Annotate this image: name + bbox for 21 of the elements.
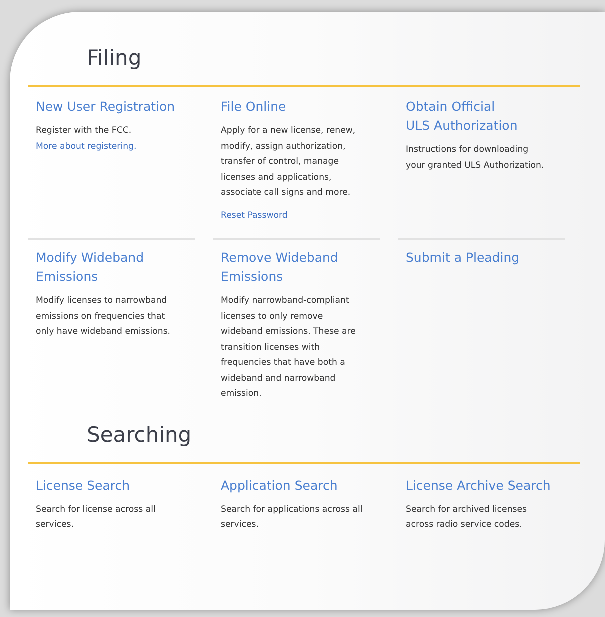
description: Modify narrowband-compliant licenses to only remove wideband emissions. These are transition licenses with frequencies that have both a wideband and narrowband emission. — [221, 295, 356, 401]
text-link[interactable]: More about registering. — [36, 140, 137, 155]
description: Search for archived licenses across radio service codes. — [406, 504, 528, 532]
description: Search for license across all services. — [36, 504, 156, 532]
description: Apply for a new license, renew, modify, assign authorization, transfer of control, manage licenses and applications, associate call signs and more. — [221, 125, 356, 200]
link-title[interactable]: Remove Wideband Emissions — [221, 248, 338, 286]
section-heading: Filing — [86, 45, 143, 72]
link-title[interactable]: File Online — [221, 97, 286, 116]
link-title[interactable]: Application Search — [221, 476, 338, 494]
text-link[interactable]: Reset Password — [221, 208, 288, 224]
link-title[interactable]: License Archive Search — [406, 476, 551, 494]
link-title[interactable]: New User Registration — [36, 97, 176, 116]
description: Instructions for downloading your granted ULS Authorization. — [406, 144, 544, 172]
link-title[interactable]: License Search — [36, 476, 130, 494]
link-title[interactable]: Modify Wideband Emissions — [36, 248, 144, 286]
description: Search for applications across all services. — [221, 504, 363, 532]
description: Register with the FCC. — [36, 125, 132, 138]
link-title[interactable]: Obtain Official ULS Authorization — [406, 97, 518, 135]
section-heading: Searching — [86, 422, 193, 448]
description: Modify licenses to narrowband emissions on frequencies that only have wideband emissions. — [36, 295, 171, 339]
link-title[interactable]: Submit a Pleading — [406, 248, 520, 267]
